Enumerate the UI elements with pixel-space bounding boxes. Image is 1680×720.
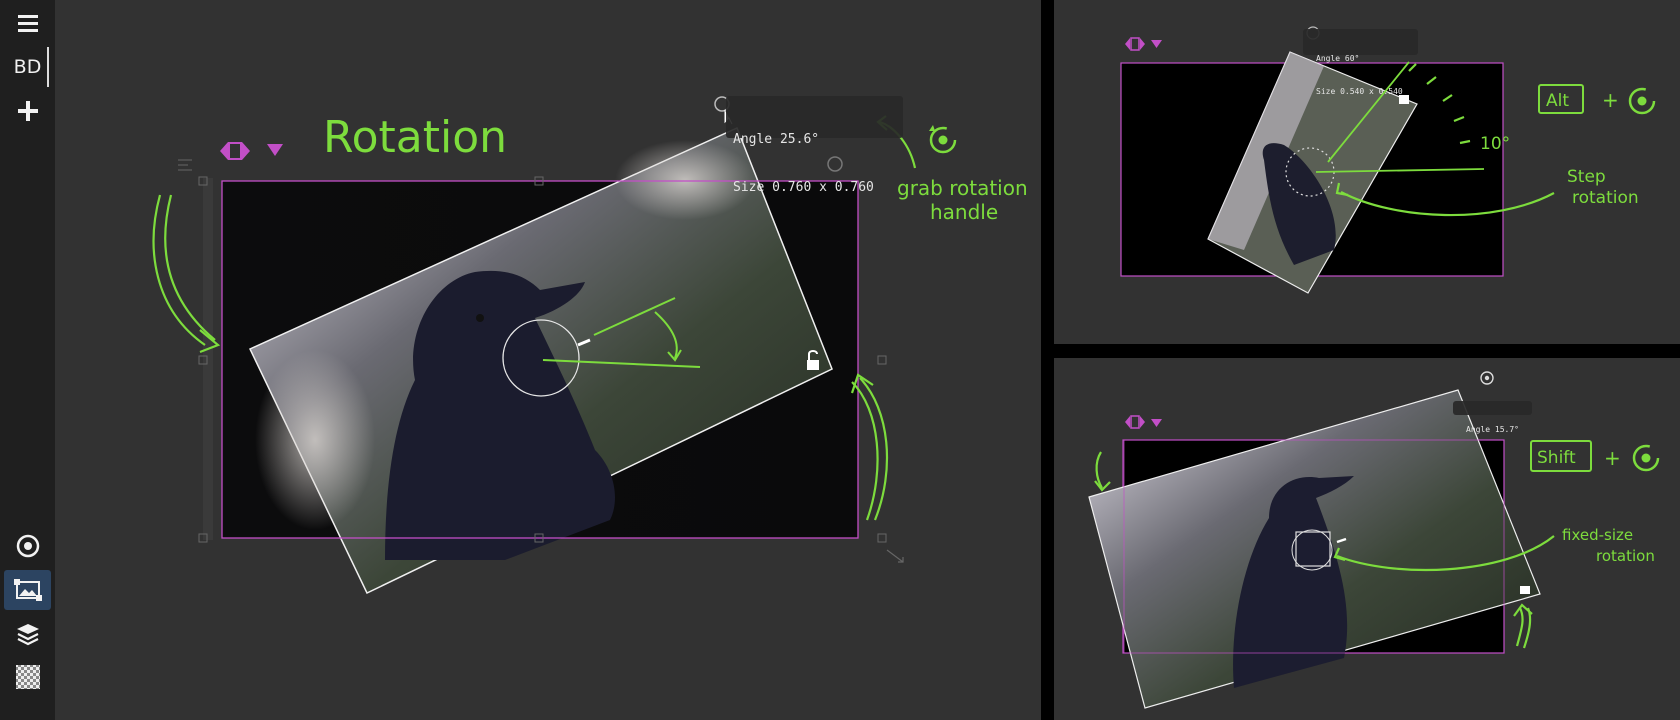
annotation-fixed-line2: rotation xyxy=(1596,547,1655,565)
target-icon xyxy=(16,534,39,558)
main-canvas: Rotation grab rotation handle Angle 25.6… xyxy=(55,0,1041,720)
add-button[interactable] xyxy=(0,91,55,131)
angle-tooltip-small: Angle 60° Size 0.540 x 0.540 xyxy=(1303,29,1418,96)
tooltip-size: Size 0.760 x 0.760 xyxy=(733,180,874,195)
layer-mask-icon-bottom[interactable] xyxy=(1125,415,1145,429)
scale-handle-icon[interactable] xyxy=(886,549,904,563)
plus-sign: + xyxy=(1602,88,1619,112)
annotation-grab-line2: handle xyxy=(930,200,998,224)
page-title: Rotation xyxy=(323,112,507,163)
layer-mask-icon[interactable] xyxy=(220,142,250,160)
step-angle-label: 10° xyxy=(1480,134,1510,154)
plus-sign-bottom: + xyxy=(1604,446,1621,470)
layer-dropdown-icon-bottom[interactable] xyxy=(1151,419,1162,427)
alt-key: Alt xyxy=(1546,91,1569,111)
tooltip-size-small: Size 0.540 x 0.540 xyxy=(1316,87,1403,96)
annotation-step-line1: Step xyxy=(1567,167,1606,187)
rotate-icon-small xyxy=(1628,87,1656,115)
active-indicator xyxy=(47,47,49,87)
tooltip-angle-bottom: Angle 15.7° xyxy=(1466,425,1519,434)
lock-icon-bottom[interactable] xyxy=(1520,586,1530,594)
annotation-fixed-line1: fixed-size xyxy=(1562,526,1633,544)
angle-tooltip-bottom: Angle 15.7° xyxy=(1453,401,1532,434)
hamburger-icon xyxy=(17,15,38,32)
vertical-divider[interactable] xyxy=(1041,0,1054,720)
layer-dropdown-icon[interactable] xyxy=(267,144,283,156)
annotation-step-line2: rotation xyxy=(1572,188,1639,208)
transparency-button[interactable] xyxy=(0,657,55,697)
layer-dropdown-icon-small[interactable] xyxy=(1151,40,1162,48)
layers-icon xyxy=(16,624,39,646)
tooltip-angle-small: Angle 60° xyxy=(1316,54,1360,63)
layer-mask-icon-small[interactable] xyxy=(1125,37,1145,51)
layers-button[interactable] xyxy=(0,614,55,654)
annotation-grab-line1: grab rotation xyxy=(897,176,1028,200)
rotation-handle-bottom[interactable] xyxy=(1480,371,1494,385)
checkerboard-icon xyxy=(15,665,40,689)
ghost-handle xyxy=(203,178,213,540)
image-transform-button[interactable] xyxy=(4,570,51,610)
menu-button[interactable] xyxy=(0,3,55,43)
step-rotation-panel: 10° Alt + Step rotation Angle 60° Size 0… xyxy=(1054,0,1680,344)
ghost-layer-icon xyxy=(178,159,192,171)
target-button[interactable] xyxy=(0,526,55,566)
board-label: BD xyxy=(13,56,42,78)
plus-icon xyxy=(17,101,38,121)
fixed-size-rotation-panel: Shift + fixed-size rotation Angle 15.7° xyxy=(1054,358,1680,720)
angle-tooltip: Angle 25.6° Size 0.760 x 0.760 xyxy=(726,96,903,195)
rotate-icon xyxy=(929,125,957,154)
sidebar: BD xyxy=(0,0,55,720)
tooltip-angle: Angle 25.6° xyxy=(733,132,820,147)
horizontal-divider[interactable] xyxy=(1054,344,1680,358)
rotate-icon-bottom xyxy=(1632,444,1660,472)
image-transform-icon xyxy=(13,579,42,601)
shift-key: Shift xyxy=(1537,448,1576,468)
